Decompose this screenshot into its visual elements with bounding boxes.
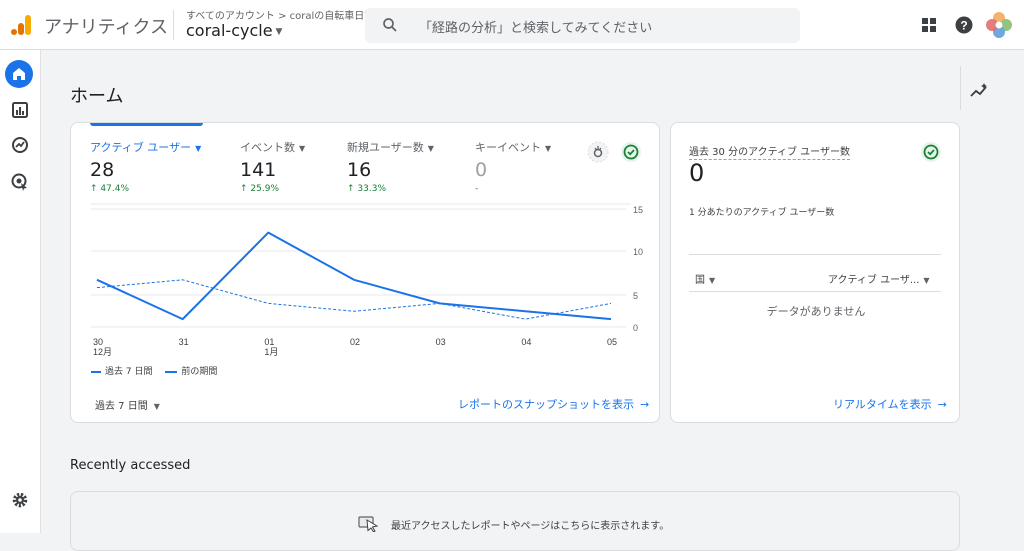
apps-grid-icon[interactable]: [919, 15, 939, 35]
caret-down-icon: ▼: [153, 402, 160, 411]
left-nav-rail: [0, 50, 41, 533]
x-tick-label: 01: [264, 337, 274, 347]
y-tick-label: 10: [633, 247, 643, 257]
recently-accessed-empty: 最近アクセスしたレポートやページはこちらに表示されます。: [391, 521, 670, 532]
caret-down-icon: ▼: [275, 26, 283, 37]
search-icon: [383, 18, 397, 32]
y-tick-label: 15: [633, 205, 643, 215]
header-divider: [173, 10, 174, 40]
x-tick-sublabel: 12月: [93, 347, 112, 357]
caret-down-icon: ▼: [923, 276, 930, 285]
x-tick-label: 05: [607, 337, 617, 347]
arrow-right-icon: →: [937, 398, 947, 411]
app-title: アナリティクス: [44, 17, 169, 38]
column-country[interactable]: 国 ▼: [695, 271, 715, 286]
settings-icon[interactable]: [9, 489, 31, 511]
realtime-title[interactable]: 過去 30 分のアクティブ ユーザー数: [689, 143, 850, 160]
svg-text:?: ?: [960, 19, 967, 33]
page-title: ホーム: [70, 86, 124, 107]
column-active-users[interactable]: アクティブ ユーザ... ▼: [828, 271, 930, 286]
x-tick-label: 02: [350, 337, 360, 347]
table-header-divider: [689, 291, 941, 292]
date-range-select[interactable]: 過去 7 日間 ▼: [95, 397, 160, 412]
explore-icon[interactable]: [9, 134, 31, 156]
overview-card: アクティブ ユーザー ▼ 28 ↑ 47.4% イベント数 ▼ 141 ↑ 25.9…: [70, 122, 660, 423]
view-realtime-link[interactable]: リアルタイムを表示 →: [833, 396, 947, 412]
property-selector[interactable]: coral-cycle ▼: [186, 21, 282, 40]
solid-line-swatch: [91, 370, 101, 373]
home-icon[interactable]: [5, 60, 33, 88]
arrow-right-icon: →: [640, 398, 650, 411]
x-tick-label: 04: [521, 337, 531, 347]
x-tick-label: 31: [179, 337, 189, 347]
search-placeholder: 「経路の分析」と検索してみてください: [419, 21, 653, 36]
help-icon[interactable]: ?: [954, 15, 974, 35]
insights-divider: [960, 66, 961, 110]
search-bar[interactable]: 「経路の分析」と検索してみてください: [365, 8, 800, 43]
legend-item-current: 過去 7 日間: [91, 367, 152, 377]
x-tick-label: 30: [93, 337, 103, 347]
advertising-icon[interactable]: [9, 171, 31, 193]
y-tick-label: 5: [633, 291, 638, 301]
recently-accessed-card: 最近アクセスしたレポートやページはこちらに表示されます。: [70, 491, 960, 551]
insights-icon[interactable]: [969, 81, 989, 101]
dashed-line-swatch: [165, 370, 178, 373]
recently-accessed-title: Recently accessed: [70, 458, 191, 473]
line-chart: 15 10 5 0 3012月 31 011月 02 03 04 05: [91, 203, 643, 357]
account-breadcrumb[interactable]: すべてのアカウント > coralの自転車日記: [186, 7, 374, 22]
realtime-value: 0: [689, 159, 705, 187]
legend-item-previous: 前の期間: [165, 367, 217, 377]
series-current-line: [96, 231, 612, 321]
check-circle-icon[interactable]: [920, 141, 942, 163]
view-snapshot-link[interactable]: レポートのスナップショットを表示 →: [458, 396, 649, 412]
recent-pointer-icon: [358, 516, 379, 532]
property-name: coral-cycle: [186, 21, 273, 40]
chart-legend: 過去 7 日間 前の期間: [91, 364, 227, 377]
x-tick-sublabel: 1月: [264, 347, 278, 357]
realtime-card: 過去 30 分のアクティブ ユーザー数 0 1 分あたりのアクティブ ユーザー数…: [670, 122, 960, 423]
caret-down-icon: ▼: [709, 276, 716, 285]
y-tick-label: 0: [633, 323, 638, 333]
top-bar: アナリティクス すべてのアカウント > coralの自転車日記 coral-cy…: [0, 0, 1024, 50]
series-previous-line: [96, 279, 612, 320]
x-tick-label: 03: [436, 337, 446, 347]
no-data-message: データがありません: [766, 305, 866, 318]
analytics-logo[interactable]: [10, 14, 32, 36]
realtime-baseline: [689, 254, 941, 255]
realtime-subtitle: 1 分あたりのアクティブ ユーザー数: [689, 208, 835, 218]
account-avatar-icon[interactable]: [985, 11, 1013, 39]
reports-icon[interactable]: [9, 99, 31, 121]
